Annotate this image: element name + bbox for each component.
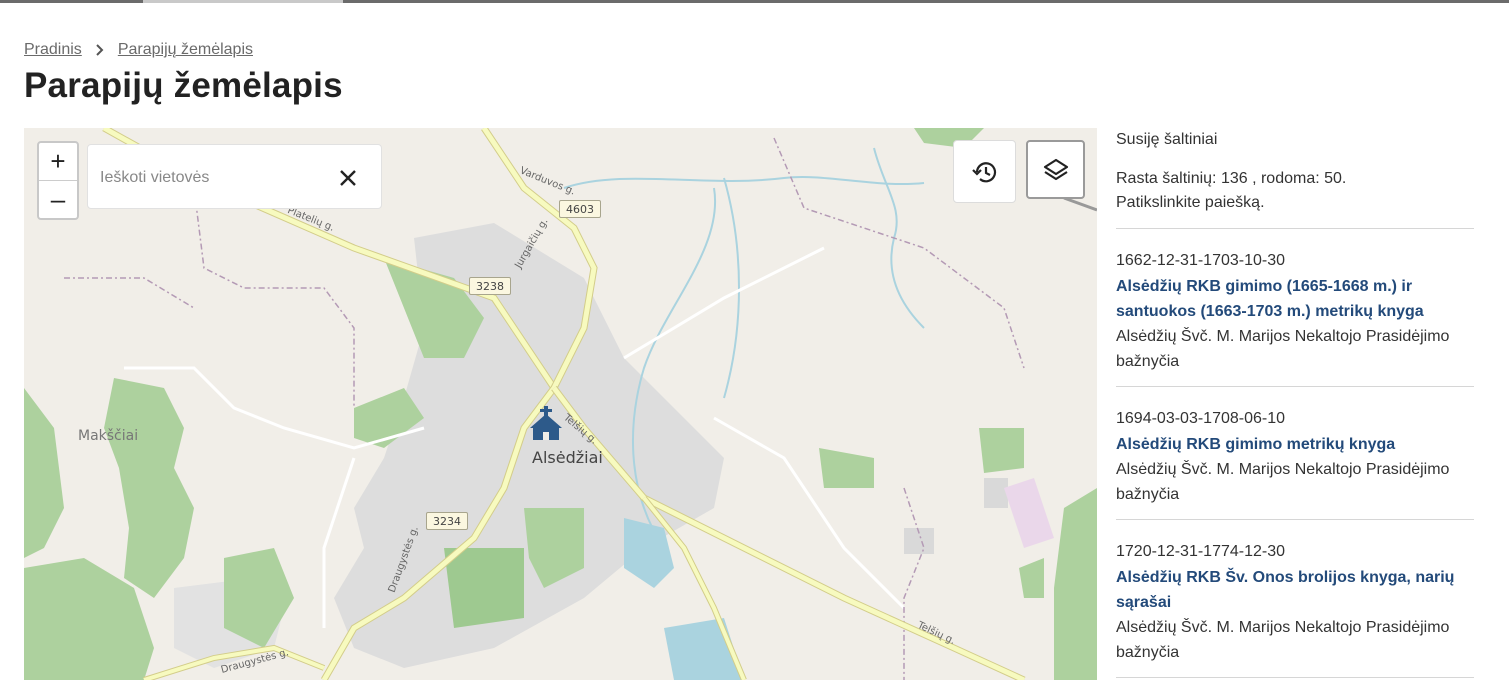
history-button[interactable] bbox=[953, 140, 1016, 203]
page-title: Parapijų žemėlapis bbox=[24, 66, 343, 105]
source-church: Alsėdžių Švč. M. Marijos Nekaltojo Prasi… bbox=[1116, 328, 1450, 370]
top-progress-bar bbox=[0, 0, 1509, 3]
source-church: Alsėdžių Švč. M. Marijos Nekaltojo Prasi… bbox=[1116, 461, 1450, 503]
breadcrumb: Pradinis Parapijų žemėlapis bbox=[24, 40, 253, 60]
location-search-input[interactable] bbox=[100, 165, 320, 191]
zoom-control: + – bbox=[37, 141, 79, 220]
layers-icon bbox=[1043, 158, 1068, 180]
related-sources-title: Susiję šaltiniai bbox=[1116, 131, 1218, 148]
results-count-text: Rasta šaltinių: 136 , rodoma: 50. bbox=[1116, 170, 1347, 187]
source-title-link[interactable]: Alsėdžių RKB gimimo metrikų knyga bbox=[1116, 432, 1474, 457]
road-number-badge: 3234 bbox=[426, 512, 468, 530]
refine-search-hint: Patikslinkite paiešką. bbox=[1116, 194, 1265, 211]
source-list-item: 1720-12-31-1774-12-30 Alsėdžių RKB Šv. O… bbox=[1116, 520, 1474, 678]
breadcrumb-home-link[interactable]: Pradinis bbox=[24, 41, 82, 59]
road-number-badge: 4603 bbox=[559, 200, 601, 218]
chevron-right-icon bbox=[96, 44, 104, 56]
source-list-item: 1662-12-31-1703-10-30 Alsėdžių RKB gimim… bbox=[1116, 229, 1474, 387]
parish-map[interactable]: Alsėdžiai Makščiai Varduvos g. Platelių … bbox=[24, 128, 1097, 680]
source-date: 1694-03-03-1708-06-10 bbox=[1116, 410, 1286, 427]
location-search-box bbox=[87, 144, 382, 209]
results-count: Rasta šaltinių: 136 , rodoma: 50. Patiks… bbox=[1116, 167, 1474, 215]
history-icon bbox=[971, 161, 996, 182]
source-date: 1662-12-31-1703-10-30 bbox=[1116, 252, 1286, 269]
road-number-badge: 3238 bbox=[469, 277, 511, 295]
map-label-village: Makščiai bbox=[78, 428, 139, 444]
layers-button[interactable] bbox=[1026, 140, 1085, 199]
breadcrumb-current-link[interactable]: Parapijų žemėlapis bbox=[118, 41, 253, 59]
source-title-link[interactable]: Alsėdžių RKB Šv. Onos brolijos knyga, na… bbox=[1116, 565, 1474, 615]
source-church: Alsėdžių Švč. M. Marijos Nekaltojo Prasi… bbox=[1116, 619, 1450, 661]
close-icon[interactable] bbox=[337, 167, 359, 189]
source-title-link[interactable]: Alsėdžių RKB gimimo (1665-1668 m.) ir sa… bbox=[1116, 274, 1474, 324]
zoom-in-button[interactable]: + bbox=[39, 143, 77, 180]
source-date: 1720-12-31-1774-12-30 bbox=[1116, 543, 1286, 560]
map-label-town: Alsėdžiai bbox=[532, 448, 603, 467]
related-sources-panel: Susiję šaltiniai Rasta šaltinių: 136 , r… bbox=[1116, 128, 1474, 678]
source-list-item: 1694-03-03-1708-06-10 Alsėdžių RKB gimim… bbox=[1116, 387, 1474, 520]
zoom-out-button[interactable]: – bbox=[39, 180, 77, 217]
